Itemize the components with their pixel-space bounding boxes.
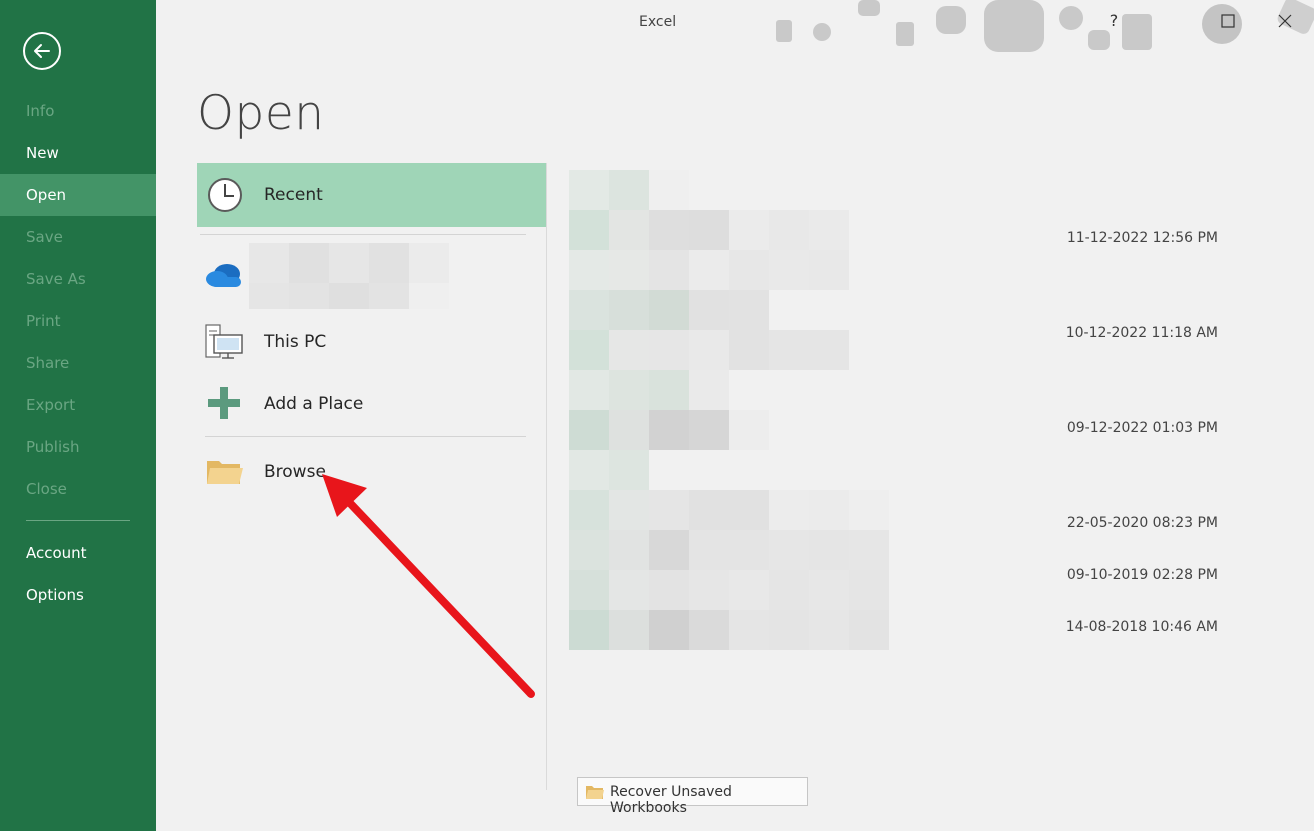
nav-print[interactable]: Print — [0, 300, 156, 342]
back-arrow-icon — [34, 44, 50, 58]
help-button[interactable]: ? — [1100, 8, 1128, 34]
close-window-button[interactable] — [1271, 8, 1299, 34]
recover-unsaved-workbooks-button[interactable]: Recover Unsaved Workbooks — [577, 777, 808, 816]
place-this-pc-label: This PC — [264, 332, 327, 352]
panel-divider — [546, 163, 547, 790]
recent-file-date: 14-08-2018 10:46 AM — [1065, 619, 1218, 635]
place-add-a-place[interactable]: Add a Place — [197, 375, 546, 433]
maximize-icon — [1221, 14, 1235, 28]
recent-file-date: 11-12-2022 12:56 PM — [1066, 230, 1218, 246]
computer-icon — [205, 324, 243, 359]
recover-label: Recover Unsaved Workbooks — [610, 784, 732, 816]
nav-new[interactable]: New — [0, 132, 156, 174]
onedrive-account-blur — [249, 243, 449, 309]
close-icon — [1278, 14, 1292, 28]
nav-open[interactable]: Open — [0, 174, 156, 216]
page-title: Open — [197, 86, 325, 141]
title-bar: Excel ? — [156, 0, 1314, 52]
recent-file-date: 09-12-2022 01:03 PM — [1066, 420, 1218, 436]
nav-close[interactable]: Close — [0, 468, 156, 510]
folder-icon — [586, 786, 604, 799]
folder-icon — [207, 461, 243, 484]
recent-files-blur — [569, 170, 889, 650]
nav-share[interactable]: Share — [0, 342, 156, 384]
clock-icon — [208, 178, 242, 212]
place-browse[interactable]: Browse — [197, 443, 546, 501]
back-button[interactable] — [23, 32, 61, 70]
place-recent-label: Recent — [264, 185, 323, 205]
nav-options[interactable]: Options — [0, 574, 156, 616]
nav-export[interactable]: Export — [0, 384, 156, 426]
onedrive-icon — [206, 264, 241, 287]
place-onedrive[interactable] — [197, 243, 546, 311]
backstage-sidebar: Info New Open Save Save As Print Share E… — [0, 0, 156, 831]
add-place-icon — [208, 387, 240, 419]
sidebar-divider — [26, 520, 130, 521]
places-divider-bottom — [205, 436, 526, 437]
minimize-button[interactable] — [1160, 8, 1188, 34]
app-title: Excel — [639, 14, 677, 30]
maximize-button[interactable] — [1214, 8, 1242, 34]
nav-publish[interactable]: Publish — [0, 426, 156, 468]
places-divider-top — [200, 234, 526, 235]
recent-file-date: 10-12-2022 11:18 AM — [1065, 325, 1218, 341]
recent-file-date: 22-05-2020 08:23 PM — [1066, 515, 1218, 531]
nav-info[interactable]: Info — [0, 90, 156, 132]
place-recent[interactable]: Recent — [197, 163, 546, 227]
recent-file-date: 09-10-2019 02:28 PM — [1066, 567, 1218, 583]
place-browse-label: Browse — [264, 462, 326, 482]
nav-account[interactable]: Account — [0, 532, 156, 574]
place-add-a-place-label: Add a Place — [264, 394, 364, 414]
place-this-pc[interactable]: This PC — [197, 313, 546, 371]
nav-save-as[interactable]: Save As — [0, 258, 156, 300]
nav-save[interactable]: Save — [0, 216, 156, 258]
